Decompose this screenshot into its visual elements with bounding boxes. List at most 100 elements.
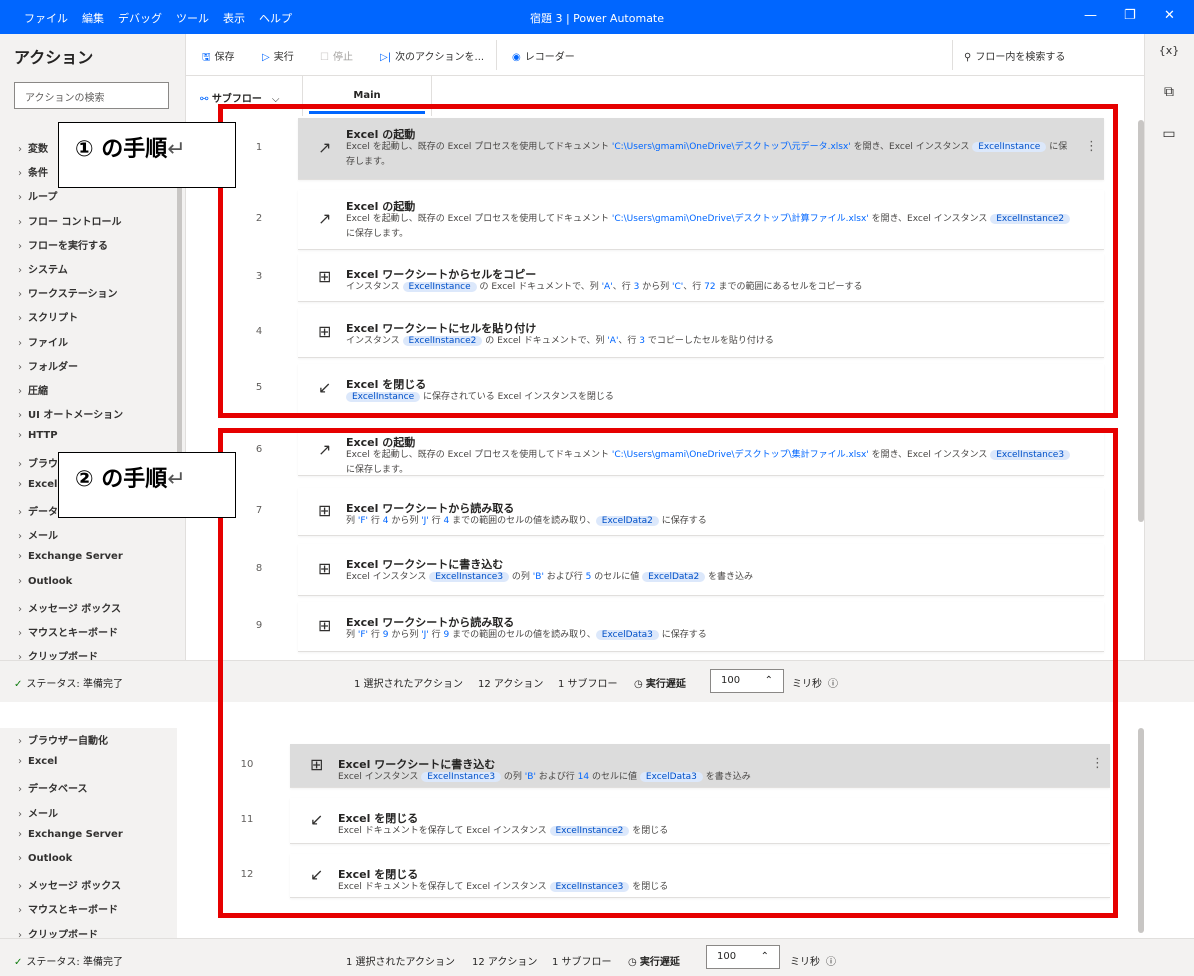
stop-label: 停止 (332, 52, 353, 63)
run-delay-label: ◷ 実行遅延 (628, 957, 680, 968)
category-item[interactable]: › Exchange Server (18, 829, 123, 840)
chevron-right-icon: › (18, 144, 22, 155)
flow-search-input[interactable]: ⚲ フロー内を検索する (964, 48, 1065, 63)
category-item[interactable]: › マウスとキーボード (18, 624, 118, 639)
chevron-right-icon: › (18, 313, 22, 325)
variables-icon[interactable]: {x} (1145, 44, 1193, 57)
layers-icon[interactable]: ⧉ (1145, 84, 1193, 100)
info-icon[interactable]: ⓘ (826, 957, 836, 968)
category-label: ブラウザー自動化 (28, 736, 108, 747)
stop-button[interactable]: ☐ 停止 (320, 48, 353, 63)
chevron-right-icon: › (18, 881, 22, 893)
category-item[interactable]: › フロー コントロール (18, 213, 121, 228)
next-action-button[interactable]: ▷| 次のアクションを... (380, 48, 484, 63)
canvas-scrollbar[interactable] (1138, 120, 1144, 522)
category-label: HTTP (28, 430, 58, 442)
play-icon: ▷ (262, 52, 270, 63)
minimize-icon[interactable]: — (1084, 8, 1097, 23)
step-icon: ▷| (380, 52, 392, 63)
callout-step-two-text: ② の手順 (75, 467, 168, 492)
chevron-right-icon: › (18, 853, 22, 864)
category-item[interactable]: › ループ (18, 188, 57, 203)
category-item[interactable]: › HTTP (18, 430, 58, 441)
category-item[interactable]: › ブラウザー自動化 (18, 732, 108, 747)
category-item[interactable]: › メッセージ ボックス (18, 600, 121, 615)
selected-count: 1 選択されたアクション (346, 957, 456, 968)
chevron-right-icon: › (18, 430, 22, 442)
category-item[interactable]: › ワークステーション (18, 285, 118, 300)
chevron-right-icon: › (18, 216, 22, 228)
chevron-right-icon: › (18, 652, 22, 660)
category-item[interactable]: › クリップボード (18, 648, 98, 660)
category-item[interactable]: › Outlook (18, 576, 72, 587)
category-item[interactable]: › メール (18, 805, 58, 820)
actions-panel-lower: › ブラウザー自動化 › Excel › データベース › メール › Exchange Serv… (0, 728, 177, 938)
category-item[interactable]: › マウスとキーボード (18, 901, 118, 916)
next-action-label: 次のアクションを... (395, 52, 485, 63)
category-label: Exchange Server (28, 828, 123, 840)
status-label: ステータス: 準備完了 (26, 679, 123, 690)
category-item[interactable]: › Excel (18, 479, 57, 490)
category-item[interactable]: › UI オートメーション (18, 406, 123, 421)
category-item[interactable]: › 変数 (18, 140, 48, 155)
category-item[interactable]: › フォルダー (18, 358, 78, 373)
category-label: スクリプト (28, 313, 78, 325)
title-bar: ファイル 編集 デバッグ ツール 表示 ヘルプ 宿題 3 | Power Aut… (0, 0, 1194, 34)
restore-icon[interactable]: ❐ (1124, 8, 1136, 23)
category-label: Excel (28, 478, 58, 490)
save-label: 保存 (214, 52, 235, 63)
recorder-button[interactable]: ◉ レコーダー (512, 48, 575, 63)
run-button[interactable]: ▷ 実行 (262, 48, 294, 63)
category-item[interactable]: › クリップボード (18, 926, 98, 938)
category-item[interactable]: › スクリプト (18, 309, 78, 324)
run-delay-value: 100 (717, 951, 737, 962)
category-item[interactable]: › 条件 (18, 164, 48, 179)
toolbar: 🖫 保存 ▷ 実行 ☐ 停止 ▷| 次のアクションを... ◉ レコーダー ⚲ フロー内を検… (186, 34, 1144, 76)
category-label: クリップボード (28, 652, 98, 660)
category-label: マウスとキーボード (28, 628, 118, 639)
category-item[interactable]: › メッセージ ボックス (18, 877, 121, 892)
category-item[interactable]: › データベース (18, 780, 88, 795)
category-item[interactable]: › Outlook (18, 853, 72, 864)
chevron-right-icon: › (18, 929, 22, 938)
subflow-dropdown[interactable]: ⚯ サブフロー ⌵ (200, 90, 279, 105)
category-item[interactable]: › システム (18, 261, 68, 276)
category-label: Outlook (28, 575, 73, 587)
canvas-scrollbar[interactable] (1138, 728, 1144, 933)
chevron-right-icon: › (18, 240, 22, 252)
chevron-right-icon: › (18, 265, 22, 276)
spinner-icon[interactable]: ⌃ (761, 951, 769, 962)
toolbar-divider (496, 40, 497, 70)
category-item[interactable]: › Excel (18, 756, 57, 767)
chevron-right-icon: › (18, 361, 22, 373)
return-mark-icon: ↵ (167, 467, 186, 492)
toolbar-divider (952, 40, 953, 70)
category-label: メール (28, 808, 58, 820)
category-item[interactable]: › Exchange Server (18, 551, 123, 562)
category-label: 変数 (28, 144, 48, 155)
category-label: ファイル (28, 337, 68, 349)
status-bar-lower: ✓ ステータス: 準備完了 1 選択されたアクション 12 アクション 1 サブフ… (0, 938, 1194, 976)
category-item[interactable]: › メール (18, 527, 58, 542)
run-label: 実行 (273, 52, 294, 63)
actions-panel-scroll-track (177, 728, 184, 938)
image-icon[interactable]: ▭ (1145, 126, 1193, 142)
chevron-right-icon: › (18, 808, 22, 820)
chevron-right-icon: › (18, 736, 22, 747)
action-search-input[interactable]: アクションの検索 (14, 82, 169, 109)
category-label: マウスとキーボード (28, 905, 118, 917)
actions-panel-scrollbar[interactable] (177, 174, 182, 459)
category-item[interactable]: › 圧縮 (18, 382, 48, 397)
category-label: メッセージ ボックス (28, 881, 121, 893)
subflow-icon: ⚯ (200, 94, 212, 105)
chevron-right-icon: › (18, 828, 22, 840)
run-delay-input[interactable]: 100 ⌃ (706, 945, 780, 969)
close-icon[interactable]: ✕ (1164, 8, 1175, 23)
recorder-label: レコーダー (524, 52, 575, 63)
category-item[interactable]: › フローを実行する (18, 237, 108, 252)
category-item[interactable]: › ファイル (18, 334, 68, 349)
category-label: Outlook (28, 853, 73, 864)
save-button[interactable]: 🖫 保存 (202, 48, 235, 67)
actions-panel-title: アクション (14, 48, 94, 67)
chevron-right-icon: › (18, 628, 22, 639)
